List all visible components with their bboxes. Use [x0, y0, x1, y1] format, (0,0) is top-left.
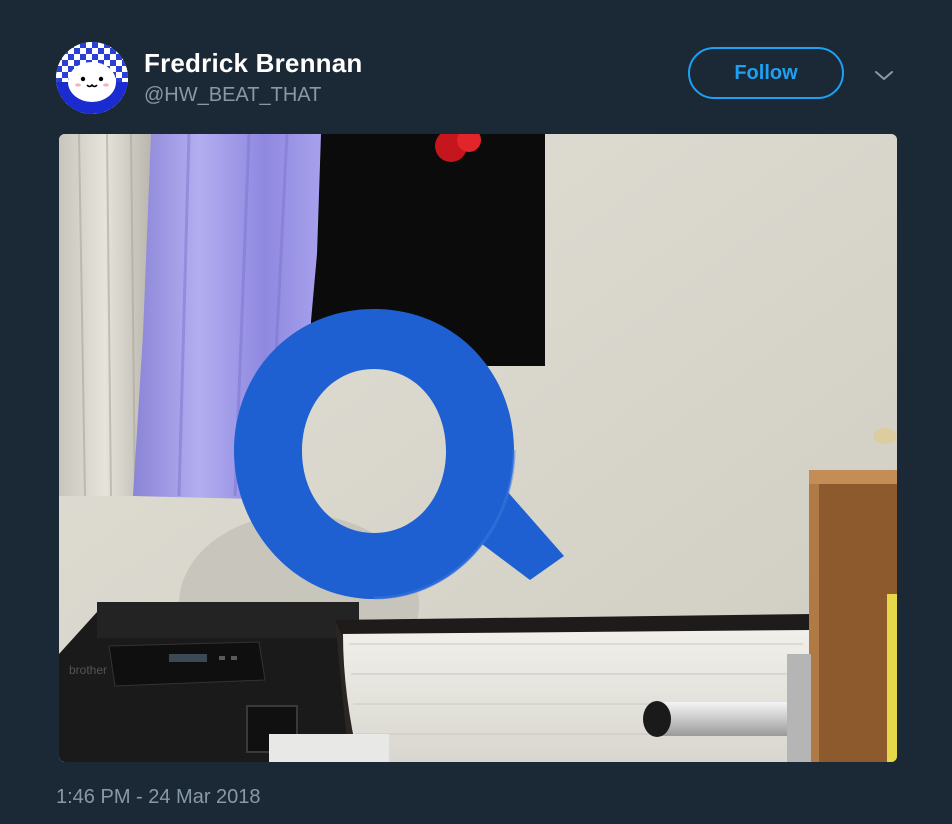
photo-scene: brother — [59, 134, 897, 762]
avatar[interactable] — [56, 42, 128, 114]
tweet-header: Fredrick Brennan @HW_BEAT_THAT Follow — [56, 42, 896, 114]
tweet-photo[interactable]: brother — [59, 134, 897, 762]
avatar-image — [56, 42, 128, 114]
chevron-down-icon[interactable] — [872, 64, 896, 88]
follow-button[interactable]: Follow — [688, 47, 844, 99]
display-name[interactable]: Fredrick Brennan — [144, 48, 363, 79]
user-handle[interactable]: @HW_BEAT_THAT — [144, 84, 321, 107]
tweet-timestamp[interactable]: 1:46 PM - 24 Mar 2018 — [56, 786, 261, 809]
printer-brand-label: brother — [69, 663, 107, 677]
